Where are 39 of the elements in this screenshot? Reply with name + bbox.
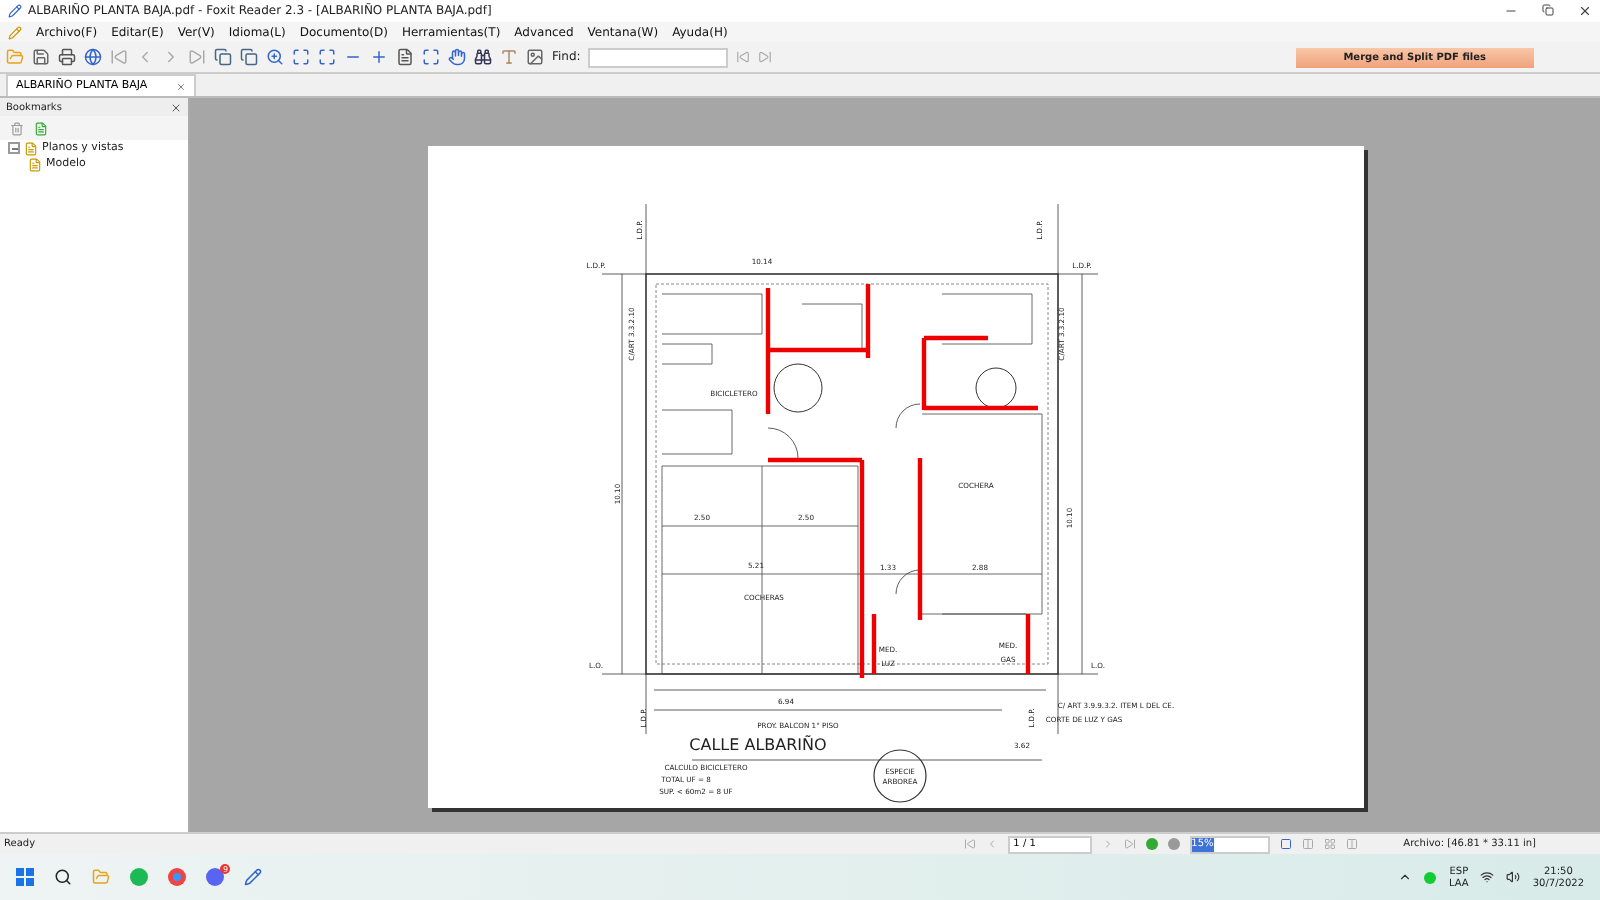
page-icon[interactable] (396, 48, 414, 66)
add-bookmark-icon[interactable] (34, 121, 48, 135)
next-icon[interactable] (162, 48, 180, 66)
plan-label: CALLE ALBARIÑO (688, 736, 826, 754)
close-icon[interactable] (1578, 4, 1592, 18)
continuous-icon[interactable] (1301, 838, 1314, 850)
wifi-icon[interactable] (1480, 870, 1495, 884)
globe-icon[interactable] (84, 48, 102, 66)
zoom-icon[interactable] (266, 48, 284, 66)
pages-icon[interactable] (214, 48, 232, 66)
first-page-icon[interactable] (110, 48, 128, 66)
image-icon[interactable] (526, 48, 544, 66)
hand-icon[interactable] (448, 48, 466, 66)
save-icon[interactable] (32, 48, 50, 66)
windows-icon[interactable] (16, 868, 34, 886)
chevron-up-icon[interactable] (1398, 870, 1413, 884)
binoculars-icon[interactable] (474, 48, 492, 66)
close-icon[interactable] (170, 101, 182, 113)
minimize-icon[interactable] (1504, 4, 1518, 18)
facing-icon[interactable] (1323, 838, 1336, 850)
first-page-icon[interactable] (963, 838, 976, 850)
pages-icon[interactable] (240, 48, 258, 66)
last-page-icon[interactable] (188, 48, 206, 66)
find-next-icon[interactable] (758, 50, 773, 64)
restore-icon[interactable] (1542, 4, 1554, 16)
find-field[interactable] (588, 47, 729, 67)
find-previous-icon[interactable] (736, 50, 751, 64)
last-page-icon[interactable] (1123, 838, 1136, 850)
text-icon[interactable] (500, 48, 518, 66)
collapse-toggle[interactable] (8, 142, 20, 154)
search-icon[interactable] (54, 868, 72, 886)
volume-icon[interactable] (1506, 870, 1521, 884)
status-dot-icon (1424, 871, 1437, 883)
cover-icon[interactable] (1345, 838, 1358, 850)
printer-icon[interactable] (58, 48, 76, 66)
single-page-icon[interactable] (1279, 838, 1292, 850)
previous-icon[interactable] (136, 48, 154, 66)
trash-icon[interactable] (10, 121, 24, 135)
zoom-in-icon[interactable] (370, 48, 388, 66)
